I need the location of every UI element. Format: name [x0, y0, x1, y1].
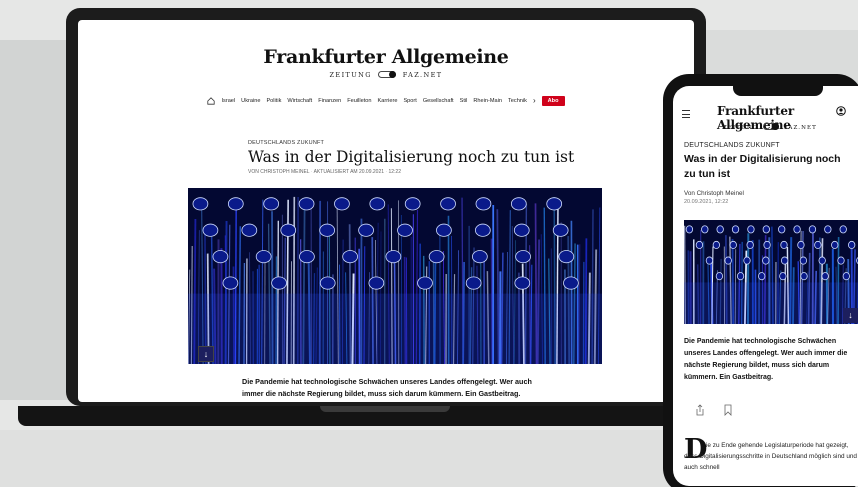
nav-item-feuilleton[interactable]: Feuilleton: [347, 98, 371, 104]
logo-subline: ZEITUNG FAZ.NET: [78, 71, 694, 79]
mobile-logo-sub-right: FAZ.NET: [783, 125, 817, 131]
laptop-frame: Frankfurter Allgemeine ZEITUNG FAZ.NET I…: [66, 8, 706, 406]
toggle-dot-icon: [763, 123, 780, 130]
article-kicker: DEUTSCHLANDS ZUKUNFT: [248, 140, 325, 146]
phone-notch: [733, 86, 823, 96]
nav-chevron-right-icon[interactable]: ›: [533, 97, 536, 105]
article-updated: AKTUALISIERT AM 20.09.2021: [313, 169, 385, 175]
mobile-logo-subline: ZEITUNG FAZ.NET: [723, 123, 817, 131]
typewriter-keys-image: [188, 188, 602, 364]
nav-item-karriere[interactable]: Karriere: [378, 98, 398, 104]
article-meta: VON CHRISTOPH MEINEL · AKTUALISIERT AM 2…: [248, 169, 401, 175]
masthead: Frankfurter Allgemeine ZEITUNG FAZ.NET: [78, 46, 694, 79]
mobile-logo-sub-left: ZEITUNG: [723, 125, 759, 131]
download-icon[interactable]: ↓: [198, 346, 214, 362]
mobile-article-headline: Was in der Digitalisierung noch zu tun i…: [684, 153, 841, 180]
nav-item-israel[interactable]: Israel: [221, 98, 235, 104]
nav-item-ukraine[interactable]: Ukraine: [241, 98, 260, 104]
nav-item-politik[interactable]: Politik: [266, 98, 281, 104]
mobile-article-lead: Die Pandemie hat technologische Schwäche…: [684, 338, 848, 381]
mobile-download-icon[interactable]: ↓: [843, 308, 858, 323]
toggle-dot-icon: [378, 71, 397, 78]
mobile-hero-image: [684, 220, 858, 324]
share-icon[interactable]: [695, 404, 705, 416]
nav-item-technik[interactable]: Technik: [508, 98, 527, 104]
nav-item-gesellschaft[interactable]: Gesellschaft: [423, 98, 454, 104]
bookmark-icon[interactable]: [723, 404, 733, 416]
article-headline: Was in der Digitalisierung noch zu tun i…: [248, 148, 575, 166]
article-time: 12:22: [388, 169, 401, 175]
nav-item-sport[interactable]: Sport: [403, 98, 416, 104]
article-byline[interactable]: VON CHRISTOPH MEINEL: [248, 169, 309, 175]
meta-separator: ·: [310, 169, 313, 175]
site-logo[interactable]: Frankfurter Allgemeine: [78, 46, 694, 68]
hamburger-menu-icon[interactable]: [682, 110, 690, 121]
abo-button[interactable]: Abo: [541, 96, 565, 106]
logo-sub-left: ZEITUNG: [329, 71, 372, 79]
main-nav: Israel Ukraine Politik Wirtschaft Finanz…: [78, 96, 694, 106]
mobile-article-body: ie zu Ende gehende Legislaturperiode hat…: [684, 442, 857, 471]
nav-item-stil[interactable]: Stil: [460, 98, 468, 104]
mobile-article-author[interactable]: Von Christoph Meinel: [684, 190, 744, 197]
phone-frame: Frankfurter Allgemeine ZEITUNG FAZ.NET D…: [663, 74, 858, 487]
logo-sub-right: FAZ.NET: [402, 71, 443, 79]
laptop-screen: Frankfurter Allgemeine ZEITUNG FAZ.NET I…: [78, 20, 694, 402]
phone-screen: Frankfurter Allgemeine ZEITUNG FAZ.NET D…: [673, 86, 858, 486]
nav-item-rhein-main[interactable]: Rhein-Main: [473, 98, 502, 104]
nav-item-finanzen[interactable]: Finanzen: [318, 98, 341, 104]
article-lead: Die Pandemie hat technologische Schwäche…: [242, 377, 532, 398]
laptop-hinge: [320, 406, 450, 412]
mobile-article-kicker: DEUTSCHLANDS ZUKUNFT: [684, 142, 780, 149]
mobile-article-date: 20.09.2021, 12:22: [684, 199, 729, 205]
nav-item-wirtschaft[interactable]: Wirtschaft: [287, 98, 312, 104]
home-icon[interactable]: [207, 97, 216, 105]
meta-separator: ·: [385, 169, 388, 175]
user-icon[interactable]: [836, 106, 846, 116]
typewriter-keys-image: [684, 220, 858, 324]
hero-image: [188, 188, 602, 364]
